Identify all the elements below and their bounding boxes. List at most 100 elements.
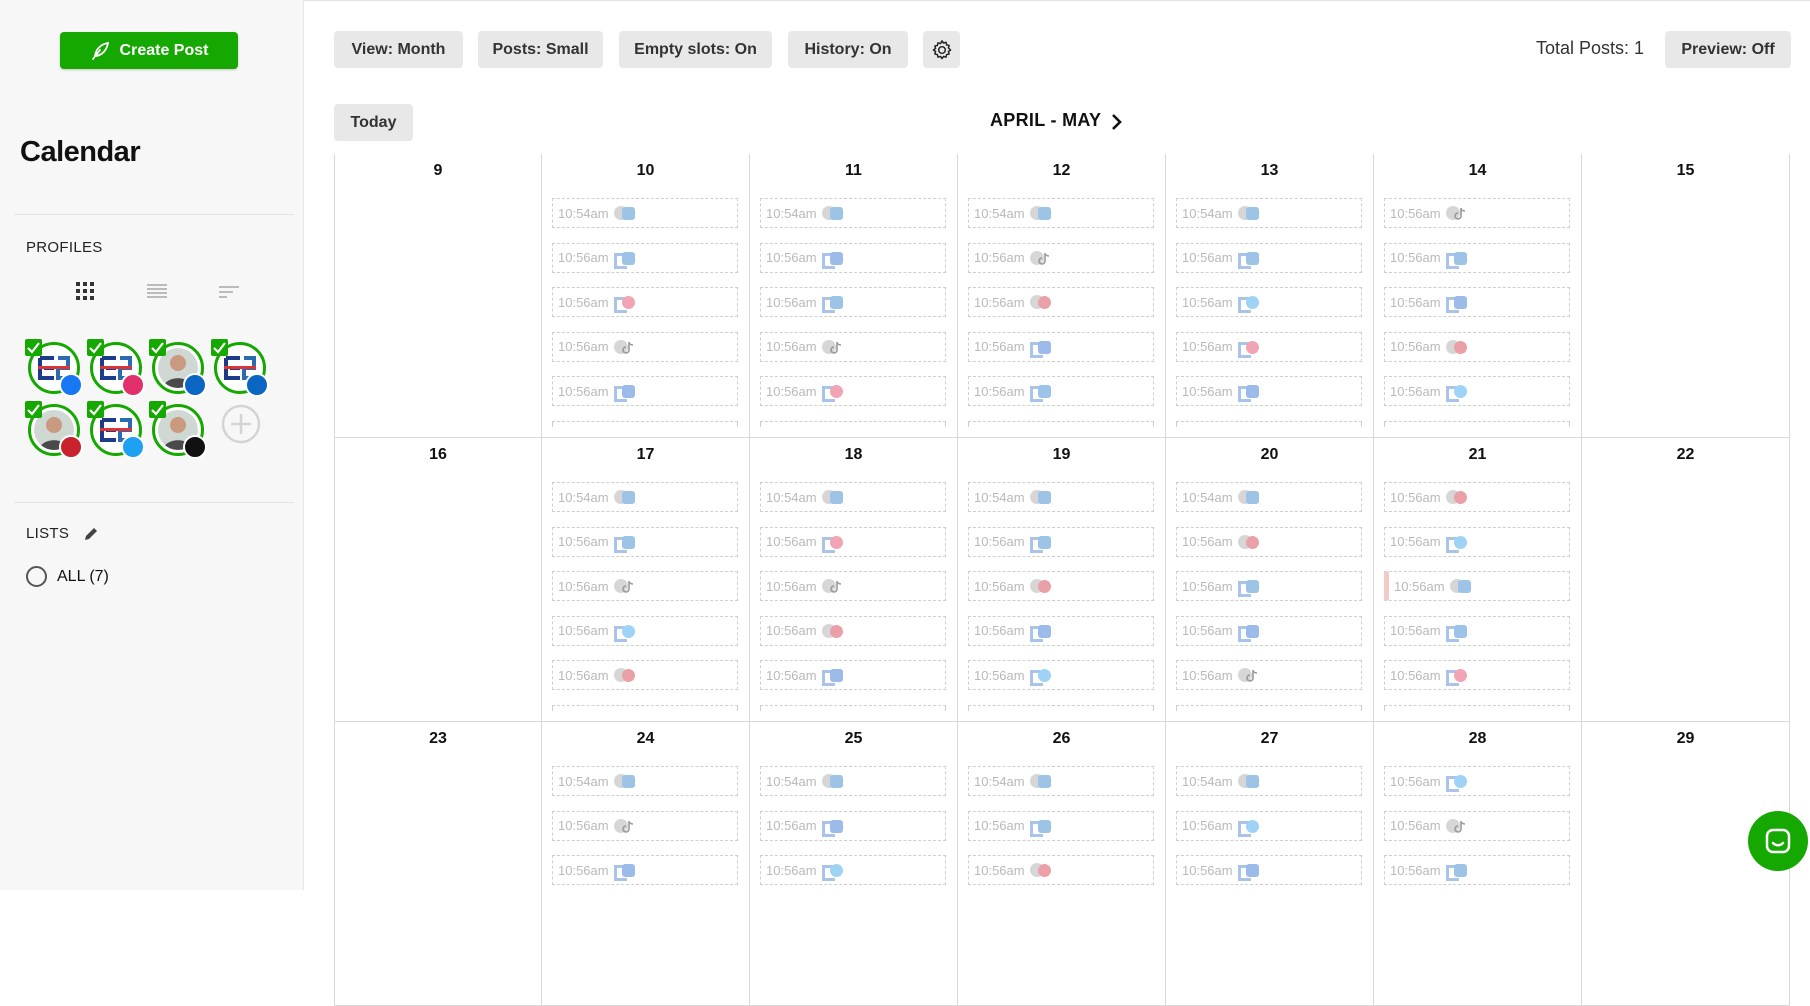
- time-slot-partial[interactable]: [1384, 420, 1570, 427]
- time-slot-partial[interactable]: [552, 420, 738, 427]
- time-slot[interactable]: 10:56am: [1384, 571, 1570, 601]
- time-slot-partial[interactable]: [1384, 704, 1570, 711]
- time-slot[interactable]: 10:56am: [1176, 242, 1362, 273]
- time-slot[interactable]: 10:56am: [1176, 526, 1362, 557]
- time-slot[interactable]: 10:56am: [968, 855, 1154, 885]
- time-slot[interactable]: 10:56am: [552, 615, 738, 646]
- empty-slots-button[interactable]: Empty slots: On: [619, 31, 772, 68]
- time-slot[interactable]: 10:56am: [1384, 766, 1570, 796]
- profile-avatar[interactable]: [25, 401, 83, 459]
- time-slot[interactable]: 10:56am: [1384, 376, 1570, 406]
- chevron-right-icon[interactable]: [1108, 112, 1126, 132]
- profile-avatar[interactable]: [149, 339, 207, 397]
- time-slot[interactable]: 10:56am: [1384, 242, 1570, 273]
- time-slot[interactable]: 10:54am: [760, 766, 946, 796]
- time-slot[interactable]: 10:56am: [968, 331, 1154, 362]
- calendar-day-cell[interactable]: 26 10:54am 10:56am 10:56am: [958, 722, 1166, 1006]
- time-slot[interactable]: 10:56am: [1384, 198, 1570, 228]
- calendar-day-cell[interactable]: 14 10:56am 10:56am 10:56am 10:56am 10:56am: [1374, 154, 1582, 438]
- today-button[interactable]: Today: [334, 104, 413, 141]
- time-slot[interactable]: 10:56am: [968, 810, 1154, 841]
- time-slot[interactable]: 10:56am: [1176, 855, 1362, 885]
- time-slot-partial[interactable]: [552, 704, 738, 711]
- time-slot[interactable]: 10:54am: [1176, 482, 1362, 512]
- time-slot[interactable]: 10:56am: [760, 660, 946, 690]
- time-slot[interactable]: 10:56am: [552, 526, 738, 557]
- time-slot[interactable]: 10:56am: [552, 810, 738, 841]
- calendar-day-cell[interactable]: 28 10:56am 10:56am 10:56am: [1374, 722, 1582, 1006]
- calendar-day-cell[interactable]: 9: [334, 154, 542, 438]
- time-slot[interactable]: 10:56am: [1176, 571, 1362, 601]
- checkmark-icon[interactable]: [149, 401, 166, 418]
- time-slot[interactable]: 10:56am: [760, 571, 946, 601]
- edit-icon[interactable]: [83, 525, 100, 542]
- checkmark-icon[interactable]: [87, 339, 104, 356]
- list-view-icon[interactable]: [145, 280, 169, 302]
- time-slot[interactable]: 10:56am: [1384, 331, 1570, 362]
- calendar-day-cell[interactable]: 27 10:54am 10:56am 10:56am: [1166, 722, 1374, 1006]
- profile-avatar[interactable]: [25, 339, 83, 397]
- time-slot[interactable]: 10:56am: [1384, 660, 1570, 690]
- calendar-day-cell[interactable]: 22: [1582, 438, 1790, 722]
- time-slot[interactable]: 10:56am: [552, 855, 738, 885]
- checkmark-icon[interactable]: [25, 401, 42, 418]
- calendar-day-cell[interactable]: 13 10:54am 10:56am 10:56am 10:56am 10:56am: [1166, 154, 1374, 438]
- time-slot[interactable]: 10:56am: [552, 242, 738, 273]
- calendar-day-cell[interactable]: 10 10:54am 10:56am 10:56am 10:56am 10:56am: [542, 154, 750, 438]
- time-slot[interactable]: 10:54am: [552, 482, 738, 512]
- time-slot[interactable]: 10:56am: [1176, 287, 1362, 317]
- checkmark-icon[interactable]: [87, 401, 104, 418]
- calendar-day-cell[interactable]: 23: [334, 722, 542, 1006]
- time-slot[interactable]: 10:56am: [968, 287, 1154, 317]
- profile-avatar[interactable]: [87, 339, 145, 397]
- time-slot[interactable]: 10:54am: [552, 766, 738, 796]
- time-slot[interactable]: 10:54am: [552, 198, 738, 228]
- time-slot[interactable]: 10:56am: [968, 526, 1154, 557]
- add-profile-icon[interactable]: [221, 404, 261, 444]
- calendar-day-cell[interactable]: 25 10:54am 10:56am 10:56am: [750, 722, 958, 1006]
- radio-button[interactable]: [26, 566, 47, 587]
- list-item-all[interactable]: ALL (7): [26, 566, 109, 587]
- time-slot-partial[interactable]: [760, 420, 946, 427]
- calendar-day-cell[interactable]: 20 10:54am 10:56am 10:56am 10:56am 10:56am: [1166, 438, 1374, 722]
- checkmark-icon[interactable]: [149, 339, 166, 356]
- history-button[interactable]: History: On: [788, 31, 908, 68]
- time-slot[interactable]: 10:54am: [968, 482, 1154, 512]
- calendar-day-cell[interactable]: 16: [334, 438, 542, 722]
- time-slot[interactable]: 10:56am: [1176, 660, 1362, 690]
- time-slot[interactable]: 10:56am: [968, 571, 1154, 601]
- time-slot[interactable]: 10:56am: [760, 331, 946, 362]
- time-slot[interactable]: 10:56am: [760, 287, 946, 317]
- time-slot[interactable]: 10:54am: [1176, 766, 1362, 796]
- settings-button[interactable]: [923, 31, 960, 68]
- time-slot[interactable]: 10:56am: [968, 615, 1154, 646]
- time-slot-partial[interactable]: [760, 704, 946, 711]
- calendar-day-cell[interactable]: 24 10:54am 10:56am 10:56am: [542, 722, 750, 1006]
- time-slot-partial[interactable]: [968, 420, 1154, 427]
- time-slot[interactable]: 10:56am: [760, 526, 946, 557]
- profile-avatar[interactable]: [149, 401, 207, 459]
- time-slot-partial[interactable]: [968, 704, 1154, 711]
- time-slot[interactable]: 10:54am: [760, 482, 946, 512]
- profile-avatar[interactable]: [211, 339, 269, 397]
- time-slot[interactable]: 10:56am: [968, 376, 1154, 406]
- time-slot[interactable]: 10:56am: [1384, 482, 1570, 512]
- time-slot[interactable]: 10:56am: [760, 242, 946, 273]
- time-slot[interactable]: 10:56am: [552, 660, 738, 690]
- time-slot[interactable]: 10:54am: [1176, 198, 1362, 228]
- time-slot[interactable]: 10:56am: [760, 376, 946, 406]
- time-slot[interactable]: 10:56am: [968, 242, 1154, 273]
- calendar-day-cell[interactable]: 15: [1582, 154, 1790, 438]
- compact-view-icon[interactable]: [217, 280, 241, 302]
- time-slot[interactable]: 10:56am: [1384, 615, 1570, 646]
- time-slot[interactable]: 10:56am: [1384, 855, 1570, 885]
- checkmark-icon[interactable]: [25, 339, 42, 356]
- grid-view-icon[interactable]: [73, 280, 97, 302]
- calendar-day-cell[interactable]: 17 10:54am 10:56am 10:56am 10:56am 10:56am: [542, 438, 750, 722]
- time-slot[interactable]: 10:56am: [1176, 376, 1362, 406]
- time-slot[interactable]: 10:56am: [1176, 331, 1362, 362]
- checkmark-icon[interactable]: [211, 339, 228, 356]
- calendar-day-cell[interactable]: 12 10:54am 10:56am 10:56am 10:56am 10:56am: [958, 154, 1166, 438]
- time-slot[interactable]: 10:56am: [760, 855, 946, 885]
- time-slot[interactable]: 10:56am: [1384, 287, 1570, 317]
